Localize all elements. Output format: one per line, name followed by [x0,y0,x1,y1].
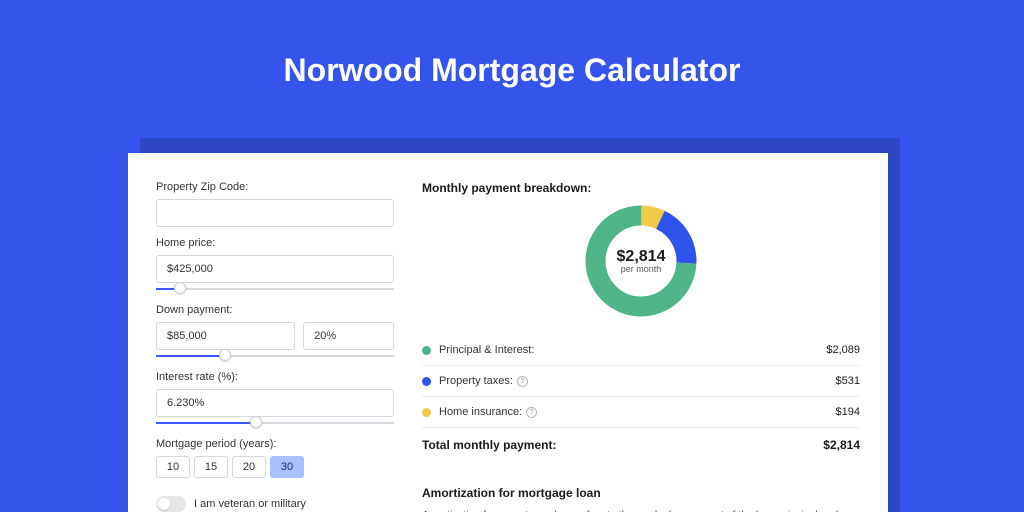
breakdown-row: Home insurance:?$194 [422,397,860,427]
down-payment-slider[interactable] [156,351,394,361]
total-label: Total monthly payment: [422,438,823,452]
mortgage-period-group: 10152030 [156,456,394,478]
info-icon[interactable]: ? [526,407,537,418]
breakdown-item-label: Property taxes:? [439,375,836,387]
home-price-label: Home price: [156,237,394,249]
down-payment-amount-input[interactable] [156,322,295,350]
breakdown-row: Property taxes:?$531 [422,366,860,397]
breakdown-item-value: $531 [836,375,860,387]
total-value: $2,814 [823,438,860,452]
interest-rate-label: Interest rate (%): [156,371,394,383]
zip-label: Property Zip Code: [156,181,394,193]
home-price-slider[interactable] [156,284,394,294]
breakdown-item-value: $194 [836,406,860,418]
breakdown-item-label: Principal & Interest: [439,344,826,356]
breakdown-panel: Monthly payment breakdown: $2,814 per mo… [422,181,860,505]
legend-dot-icon [422,377,431,386]
amortization-section: Amortization for mortgage loan Amortizat… [422,476,860,512]
donut-chart: $2,814 per month [581,201,701,321]
period-option-15[interactable]: 15 [194,456,228,478]
legend-dot-icon [422,408,431,417]
breakdown-title: Monthly payment breakdown: [422,181,860,195]
interest-rate-slider[interactable] [156,418,394,428]
total-row: Total monthly payment: $2,814 [422,427,860,462]
amortization-body: Amortization for a mortgage loan refers … [422,508,860,512]
veteran-toggle[interactable] [156,496,186,512]
period-option-30[interactable]: 30 [270,456,304,478]
down-payment-percent-input[interactable] [303,322,394,350]
breakdown-row: Principal & Interest:$2,089 [422,335,860,366]
form-panel: Property Zip Code: Home price: Down paym… [156,181,394,505]
mortgage-period-label: Mortgage period (years): [156,438,394,450]
breakdown-item-label: Home insurance:? [439,406,836,418]
down-payment-label: Down payment: [156,304,394,316]
calculator-card: Property Zip Code: Home price: Down paym… [128,153,888,512]
donut-center-sub: per month [617,264,666,274]
veteran-label: I am veteran or military [194,498,306,510]
home-price-input[interactable] [156,255,394,283]
info-icon[interactable]: ? [517,376,528,387]
breakdown-item-value: $2,089 [826,344,860,356]
period-option-20[interactable]: 20 [232,456,266,478]
amortization-title: Amortization for mortgage loan [422,486,860,500]
period-option-10[interactable]: 10 [156,456,190,478]
interest-rate-input[interactable] [156,389,394,417]
zip-input[interactable] [156,199,394,227]
page-title: Norwood Mortgage Calculator [0,52,1024,89]
legend-dot-icon [422,346,431,355]
